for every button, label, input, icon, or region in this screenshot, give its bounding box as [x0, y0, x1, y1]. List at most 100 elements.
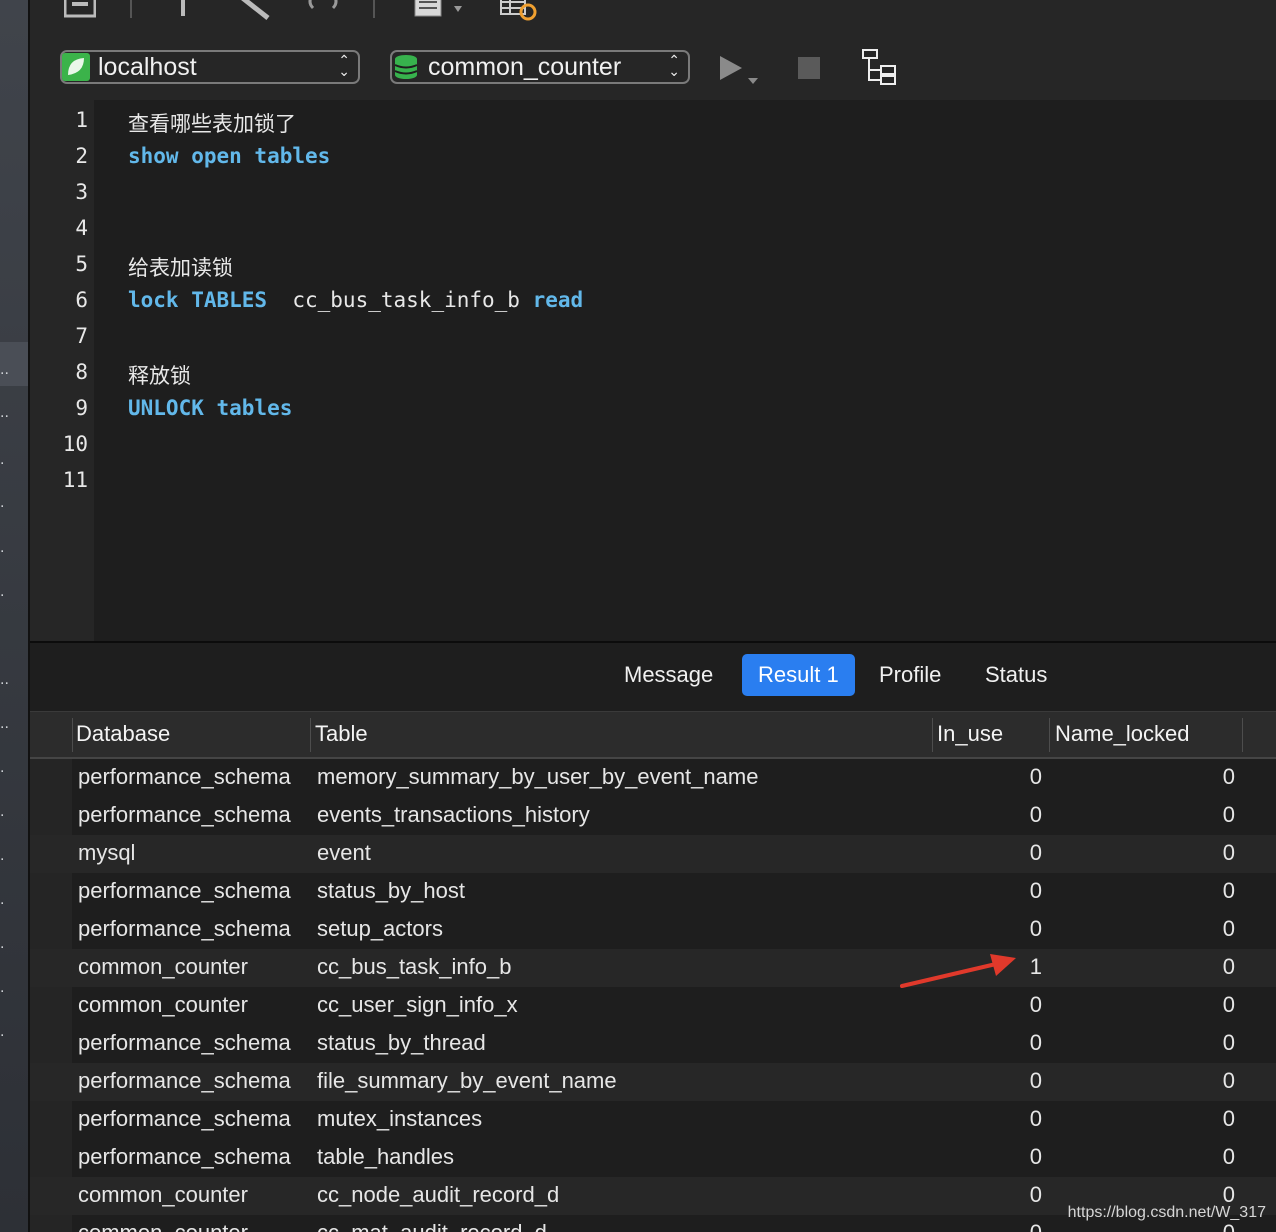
cell-database[interactable]: common_counter	[78, 954, 248, 980]
text-cursor-icon[interactable]	[175, 0, 191, 20]
column-separator	[310, 718, 311, 752]
cell-database[interactable]: performance_schema	[78, 1106, 291, 1132]
line-number: 9	[75, 396, 88, 420]
cell-in-use[interactable]: 0	[942, 1030, 1042, 1056]
cell-table[interactable]: mutex_instances	[317, 1106, 482, 1132]
sql-keyword: lock TABLES	[128, 288, 268, 312]
table-row[interactable]: performance_schema file_summary_by_event_…	[30, 1063, 1276, 1101]
format-braces-icon[interactable]	[305, 0, 341, 18]
cell-in-use[interactable]: 0	[942, 1106, 1042, 1132]
cell-database[interactable]: performance_schema	[78, 878, 291, 904]
cell-in-use[interactable]: 0	[942, 992, 1042, 1018]
snippet-icon[interactable]	[414, 0, 468, 20]
cell-database[interactable]: performance_schema	[78, 1068, 291, 1094]
column-header-name-locked[interactable]: Name_locked	[1055, 721, 1190, 747]
column-header-database[interactable]: Database	[76, 721, 170, 747]
table-row[interactable]: performance_schema setup_actors 0 0	[30, 911, 1276, 949]
cell-in-use[interactable]: 0	[942, 1182, 1042, 1208]
tab-message[interactable]: Message	[608, 654, 729, 696]
cell-name-locked[interactable]: 0	[1130, 1068, 1235, 1094]
table-row[interactable]: common_counter cc_user_sign_info_x 0 0	[30, 987, 1276, 1025]
sidebar-ellipsis: ..	[0, 404, 9, 421]
table-row[interactable]: performance_schema status_by_thread 0 0	[30, 1025, 1276, 1063]
cell-table[interactable]: cc_user_sign_info_x	[317, 992, 518, 1018]
table-row[interactable]: performance_schema memory_summary_by_user…	[30, 759, 1276, 797]
cell-database[interactable]: performance_schema	[78, 1144, 291, 1170]
connection-label: localhost	[98, 52, 197, 81]
table-row[interactable]: performance_schema mutex_instances 0 0	[30, 1101, 1276, 1139]
table-export-icon[interactable]	[500, 0, 542, 22]
cell-name-locked[interactable]: 0	[1130, 840, 1235, 866]
run-icon[interactable]	[718, 54, 762, 88]
cell-table[interactable]: events_transactions_history	[317, 802, 590, 828]
cell-in-use[interactable]: 0	[942, 840, 1042, 866]
stop-icon[interactable]	[797, 56, 823, 82]
cell-table[interactable]: cc_bus_task_info_b	[317, 954, 511, 980]
cell-database[interactable]: common_counter	[78, 992, 248, 1018]
cell-table[interactable]: status_by_thread	[317, 1030, 486, 1056]
database-select[interactable]: common_counter ⌃ ⌄	[390, 50, 690, 84]
cell-name-locked[interactable]: 0	[1130, 1144, 1235, 1170]
cell-in-use[interactable]: 0	[942, 1220, 1042, 1232]
tab-status[interactable]: Status	[969, 654, 1063, 696]
sql-editor[interactable]: 1 2 3 4 5 6 7 8 9 10 11 查看哪些表加锁了 show op…	[30, 100, 1276, 641]
table-row[interactable]: performance_schema events_transactions_hi…	[30, 797, 1276, 835]
cell-database[interactable]: common_counter	[78, 1220, 248, 1232]
tab-result-1[interactable]: Result 1	[742, 654, 855, 696]
cell-database[interactable]: performance_schema	[78, 916, 291, 942]
code-line-6: lock TABLES cc_bus_task_info_b read	[128, 288, 583, 312]
code-line-1: 查看哪些表加锁了	[128, 108, 296, 138]
cell-table[interactable]: event	[317, 840, 371, 866]
cell-in-use[interactable]: 0	[942, 1068, 1042, 1094]
cell-name-locked[interactable]: 0	[1130, 802, 1235, 828]
explain-tree-icon[interactable]	[861, 48, 901, 88]
cell-in-use[interactable]: 0	[942, 802, 1042, 828]
sidebar-ellipsis: .	[0, 891, 5, 908]
column-separator	[1242, 718, 1243, 752]
cell-name-locked[interactable]: 0	[1130, 1030, 1235, 1056]
column-header-table[interactable]: Table	[315, 721, 368, 747]
cell-name-locked[interactable]: 0	[1130, 992, 1235, 1018]
result-tabs: Message Result 1 Profile Status	[30, 643, 1276, 711]
cell-database[interactable]: common_counter	[78, 1182, 248, 1208]
table-row[interactable]: common_counter cc_bus_task_info_b 1 0	[30, 949, 1276, 987]
result-grid[interactable]: Database Table In_use Name_locked perfor…	[30, 711, 1276, 1232]
cell-database[interactable]: performance_schema	[78, 764, 291, 790]
cell-in-use[interactable]: 0	[942, 878, 1042, 904]
magic-wand-icon[interactable]	[230, 0, 274, 22]
cell-name-locked[interactable]: 0	[1130, 1106, 1235, 1132]
cell-in-use[interactable]: 0	[942, 764, 1042, 790]
code-line-2: show open tables	[128, 144, 330, 168]
line-number: 3	[75, 180, 88, 204]
sidebar-ellipsis: .	[0, 494, 5, 511]
save-icon[interactable]	[64, 0, 96, 18]
cell-table[interactable]: memory_summary_by_user_by_event_name	[317, 764, 758, 790]
cell-database[interactable]: performance_schema	[78, 802, 291, 828]
line-number-gutter: 1 2 3 4 5 6 7 8 9 10 11	[30, 100, 94, 641]
watermark: https://blog.csdn.net/W_317	[1067, 1204, 1266, 1221]
cell-table[interactable]: file_summary_by_event_name	[317, 1068, 617, 1094]
cell-name-locked[interactable]: 0	[1130, 954, 1235, 980]
cell-table[interactable]: cc_node_audit_record_d	[317, 1182, 559, 1208]
cell-table[interactable]: table_handles	[317, 1144, 454, 1170]
cell-name-locked[interactable]: 0	[1130, 764, 1235, 790]
cell-name-locked[interactable]: 0	[1130, 878, 1235, 904]
column-header-in-use[interactable]: In_use	[937, 721, 1003, 747]
code-line-8: 释放锁	[128, 360, 191, 390]
cell-in-use[interactable]: 0	[942, 916, 1042, 942]
cell-database[interactable]: mysql	[78, 840, 135, 866]
cell-table[interactable]: setup_actors	[317, 916, 443, 942]
column-separator	[72, 718, 73, 752]
cell-database[interactable]: performance_schema	[78, 1030, 291, 1056]
cell-name-locked[interactable]: 0	[1130, 916, 1235, 942]
table-row[interactable]: performance_schema status_by_host 0 0	[30, 873, 1276, 911]
code-text: 查看哪些表加锁了	[128, 112, 296, 136]
connection-select[interactable]: localhost ⌃ ⌄	[60, 50, 360, 84]
tab-profile[interactable]: Profile	[863, 654, 957, 696]
cell-table[interactable]: status_by_host	[317, 878, 465, 904]
cell-table[interactable]: cc_mat_audit_record_d	[317, 1220, 547, 1232]
sql-keyword: read	[532, 288, 584, 312]
cell-in-use[interactable]: 0	[942, 1144, 1042, 1170]
table-row[interactable]: performance_schema table_handles 0 0	[30, 1139, 1276, 1177]
table-row[interactable]: mysql event 0 0	[30, 835, 1276, 873]
